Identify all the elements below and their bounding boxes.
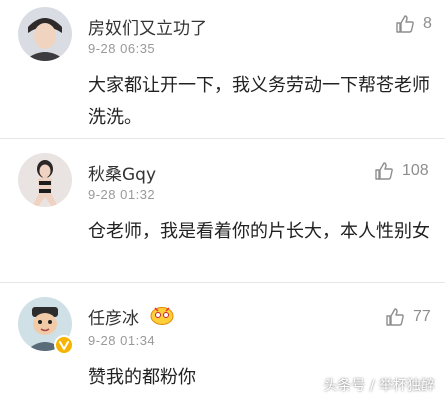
comment-text: 大家都让开一下，我义务劳动一下帮苍老师洗洗。	[88, 75, 430, 128]
comment-time: 9-28 01:34	[88, 333, 156, 348]
thumbs-up-icon	[396, 15, 414, 33]
like-button[interactable]: 108	[374, 161, 429, 181]
user-avatar-icon	[18, 153, 72, 207]
comment-time: 9-28 06:35	[88, 41, 156, 56]
verified-v-icon	[59, 341, 69, 350]
comment-author[interactable]: 房奴们又立功了	[88, 14, 207, 39]
like-button[interactable]: 8	[395, 14, 432, 34]
comment-time: 9-28 01:32	[88, 187, 156, 202]
avatar[interactable]	[18, 7, 72, 61]
thumbs-up-icon	[375, 162, 393, 180]
thumbs-up-icon	[386, 308, 404, 326]
avatar[interactable]	[18, 153, 72, 207]
medal-emoji-icon	[150, 305, 174, 325]
watermark: 头条号 / 举杯独醉	[323, 378, 435, 394]
like-count: 77	[413, 308, 431, 325]
comment-author[interactable]: 秋桑Gqy	[88, 160, 156, 185]
comment-author[interactable]: 任彦冰	[88, 304, 139, 329]
like-button[interactable]: 77	[385, 307, 431, 327]
user-avatar-icon	[18, 7, 72, 61]
comment-text: 仓老师，我是看着你的片长大，本人性别女	[88, 221, 430, 242]
like-count: 8	[423, 15, 432, 32]
like-count: 108	[402, 162, 429, 179]
verified-badge	[54, 335, 74, 355]
comment-item: 房奴们又立功了 9-28 06:35 8 大家都让开一下，我义务劳动一下帮苍老师…	[0, 0, 445, 138]
comment-item: 秋桑Gqy 9-28 01:32 108 仓老师，我是看着你的片长大，本人性别女	[0, 139, 445, 282]
